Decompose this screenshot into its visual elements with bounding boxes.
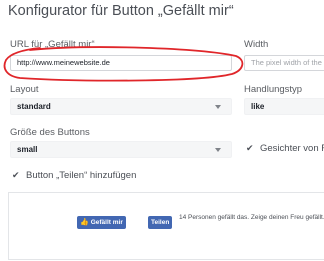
button-size-select[interactable]: small — [10, 141, 232, 158]
width-input[interactable]: The pixel width of the — [244, 55, 324, 71]
checkmark-icon: ✔ — [246, 143, 254, 153]
action-type-select[interactable]: like — [244, 98, 324, 115]
action-type-label: Handlungstyp — [244, 84, 303, 95]
like-button-label: Gefällt mir — [90, 219, 123, 226]
like-button[interactable]: 👍 Gefällt mir — [77, 216, 126, 229]
url-input[interactable]: http://www.meinewebsite.de — [10, 55, 232, 71]
share-button-checkbox-label: Button „Teilen“ hinzufügen — [26, 170, 137, 181]
share-button[interactable]: Teilen — [148, 216, 173, 229]
button-size-label: Größe des Buttons — [10, 127, 90, 138]
social-context-text: 14 Personen gefällt das. Zeige deinen Fr… — [179, 214, 324, 221]
url-field-label: URL für „Gefällt mir“ — [10, 39, 95, 50]
layout-select[interactable]: standard — [10, 98, 232, 115]
action-type-select-value: like — [251, 102, 265, 111]
button-size-select-value: small — [17, 145, 38, 154]
chevron-down-icon — [215, 105, 221, 109]
layout-select-value: standard — [17, 102, 51, 111]
show-faces-label: Gesichter von F — [260, 143, 324, 154]
page-title: Konfigurator für Button „Gefällt mir“ — [8, 3, 234, 19]
chevron-down-icon — [215, 148, 221, 152]
share-button-checkbox[interactable]: ✔ Button „Teilen“ hinzufügen — [12, 170, 136, 181]
width-field-label: Width — [244, 39, 269, 50]
show-faces-checkbox[interactable]: ✔ Gesichter von F — [246, 143, 324, 154]
thumbs-up-icon: 👍 — [80, 219, 89, 226]
layout-label: Layout — [10, 84, 39, 95]
checkmark-icon: ✔ — [12, 170, 20, 180]
